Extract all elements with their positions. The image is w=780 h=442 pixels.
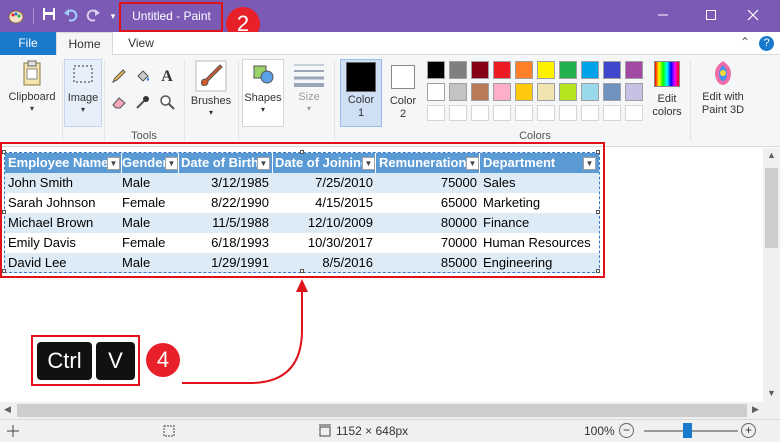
canvas-dimensions: 1152 × 648px <box>336 424 409 438</box>
zoom-in-button[interactable]: + <box>741 423 756 438</box>
cursor-position-icon <box>6 424 20 442</box>
zoom-out-button[interactable]: − <box>619 423 634 438</box>
zoom-slider-thumb[interactable] <box>683 423 692 438</box>
ctrl-key: Ctrl <box>37 342 92 380</box>
selection-size-icon <box>162 424 176 442</box>
zoom-level: 100% <box>584 424 615 438</box>
v-key: V <box>96 342 135 380</box>
status-bar: 1152 × 648px 100% − + <box>0 419 780 442</box>
paint-window: ▾ Untitled - Paint 2 File Home View ⌃ ? … <box>0 0 780 442</box>
keyboard-shortcut-box: Ctrl V <box>31 335 140 386</box>
step-4-badge: 4 <box>146 343 180 377</box>
canvas-size-icon <box>318 424 332 442</box>
